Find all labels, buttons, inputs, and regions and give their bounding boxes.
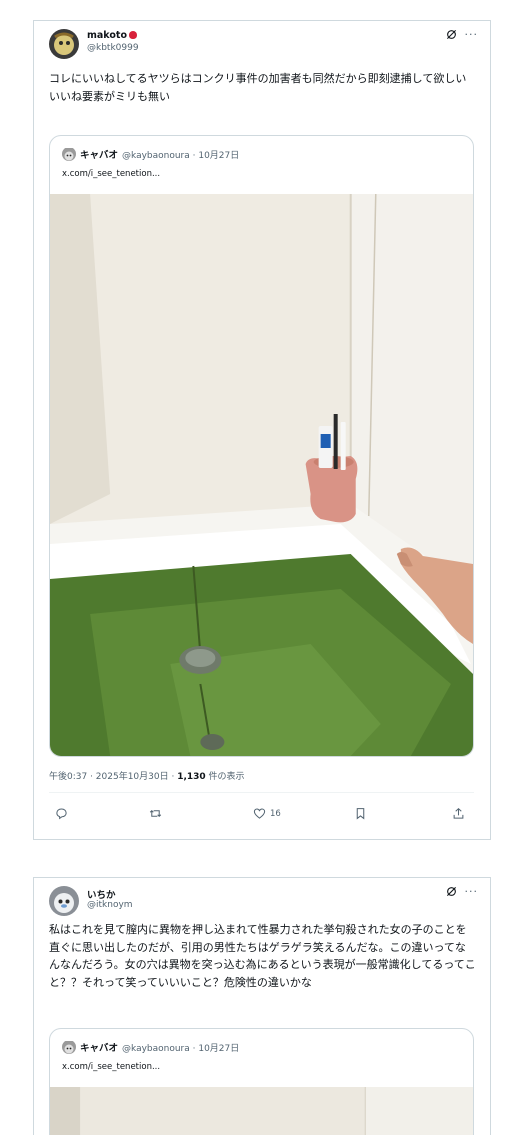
divider <box>49 792 474 793</box>
tweet-card[interactable]: makoto @kbtk0999 ··· コレにいいねしてるヤツらはコンクリ事件… <box>33 20 491 840</box>
tweet-header: makoto @kbtk0999 ··· <box>49 29 478 61</box>
header-icons: ··· <box>446 886 479 897</box>
heart-icon <box>253 808 266 819</box>
quoted-handle-date: @kaybaonoura · 10月27日 <box>122 1043 240 1054</box>
more-options-icon[interactable]: ··· <box>465 29 479 40</box>
tweet-meta: 午後0:37 · 2025年10月30日 · 1,130 件の表示 <box>49 769 245 782</box>
more-options-icon[interactable]: ··· <box>465 886 479 897</box>
bookmark-icon <box>356 808 365 820</box>
quoted-tweet-header: キャバオ @kaybaonoura · 10月27日 <box>62 1040 239 1054</box>
quoted-author-name: キャバオ <box>80 150 119 161</box>
quoted-avatar <box>62 1040 76 1054</box>
author-name[interactable]: いちか <box>87 887 116 901</box>
avatar[interactable] <box>49 29 79 59</box>
like-button[interactable]: 16 <box>253 807 281 820</box>
like-count: 16 <box>270 808 281 819</box>
quoted-tweet-header: キャバオ @kaybaonoura · 10月27日 <box>62 147 239 161</box>
reply-icon <box>56 808 67 820</box>
retweet-icon <box>149 809 162 818</box>
bookmark-button[interactable] <box>354 807 367 820</box>
tweet-card[interactable]: いちか @itknoym ··· 私はこれを見て膣内に異物を押し込まれて性暴力さ… <box>33 877 491 1135</box>
quoted-tweet[interactable]: キャバオ @kaybaonoura · 10月27日 x.com/i_see_t… <box>49 135 474 757</box>
strawberry-emoji-icon <box>128 31 137 39</box>
quoted-link[interactable]: x.com/i_see_tenetion... <box>62 1062 160 1072</box>
quoted-link[interactable]: x.com/i_see_tenetion... <box>62 169 160 179</box>
header-icons: ··· <box>446 29 479 40</box>
tweet-timestamp[interactable]: 午後0:37 · 2025年10月30日 · <box>49 772 177 782</box>
quoted-avatar <box>62 147 76 161</box>
quoted-handle-date: @kaybaonoura · 10月27日 <box>122 150 240 161</box>
reply-button[interactable] <box>55 807 68 820</box>
tweet-header: いちか @itknoym ··· <box>49 886 478 918</box>
grok-icon[interactable] <box>446 29 457 40</box>
view-count: 1,130 <box>177 772 206 782</box>
tweet-text: 私はこれを見て膣内に異物を押し込まれて性暴力された挙句殺された女の子のことを直ぐ… <box>49 923 476 989</box>
author-handle[interactable]: @itknoym <box>87 900 133 910</box>
author-name[interactable]: makoto <box>87 30 137 41</box>
share-icon <box>453 807 464 819</box>
bathroom-photo[interactable] <box>50 1087 473 1135</box>
avatar[interactable] <box>49 886 79 916</box>
quoted-tweet[interactable]: キャバオ @kaybaonoura · 10月27日 x.com/i_see_t… <box>49 1028 474 1135</box>
grok-icon[interactable] <box>446 886 457 897</box>
author-handle[interactable]: @kbtk0999 <box>87 43 139 53</box>
retweet-button[interactable] <box>149 807 162 820</box>
bathroom-photo[interactable] <box>50 194 473 756</box>
tweet-actions: 16 <box>49 807 474 823</box>
share-button[interactable] <box>452 807 465 820</box>
tweet-text: コレにいいねしてるヤツらはコンクリ事件の加害者も同然だから即刻逮捕して欲しい い… <box>49 72 467 103</box>
quoted-author-name: キャバオ <box>80 1043 119 1054</box>
view-count-label: 件の表示 <box>205 772 245 782</box>
